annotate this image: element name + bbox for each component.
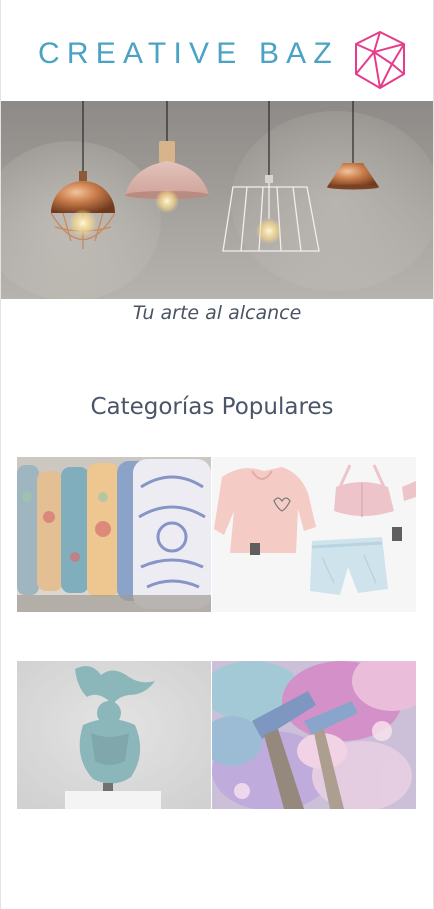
hero-banner [1,101,433,299]
category-tile-clothing[interactable] [212,457,416,612]
brand-wordmark[interactable]: CREATIVE BAZ [38,39,339,69]
category-tile-painting[interactable] [212,661,416,809]
site-header: CREATIVE BAZ [0,0,434,101]
hero-tagline: Tu arte al alcance [132,302,302,324]
pendant-lamps-photo [50,101,379,252]
category-tile-sculpture[interactable] [17,661,211,809]
geometric-gem-icon[interactable] [352,30,408,90]
categories-title: Categorías Populares [90,394,334,420]
category-tile-ceramics[interactable] [17,457,211,612]
